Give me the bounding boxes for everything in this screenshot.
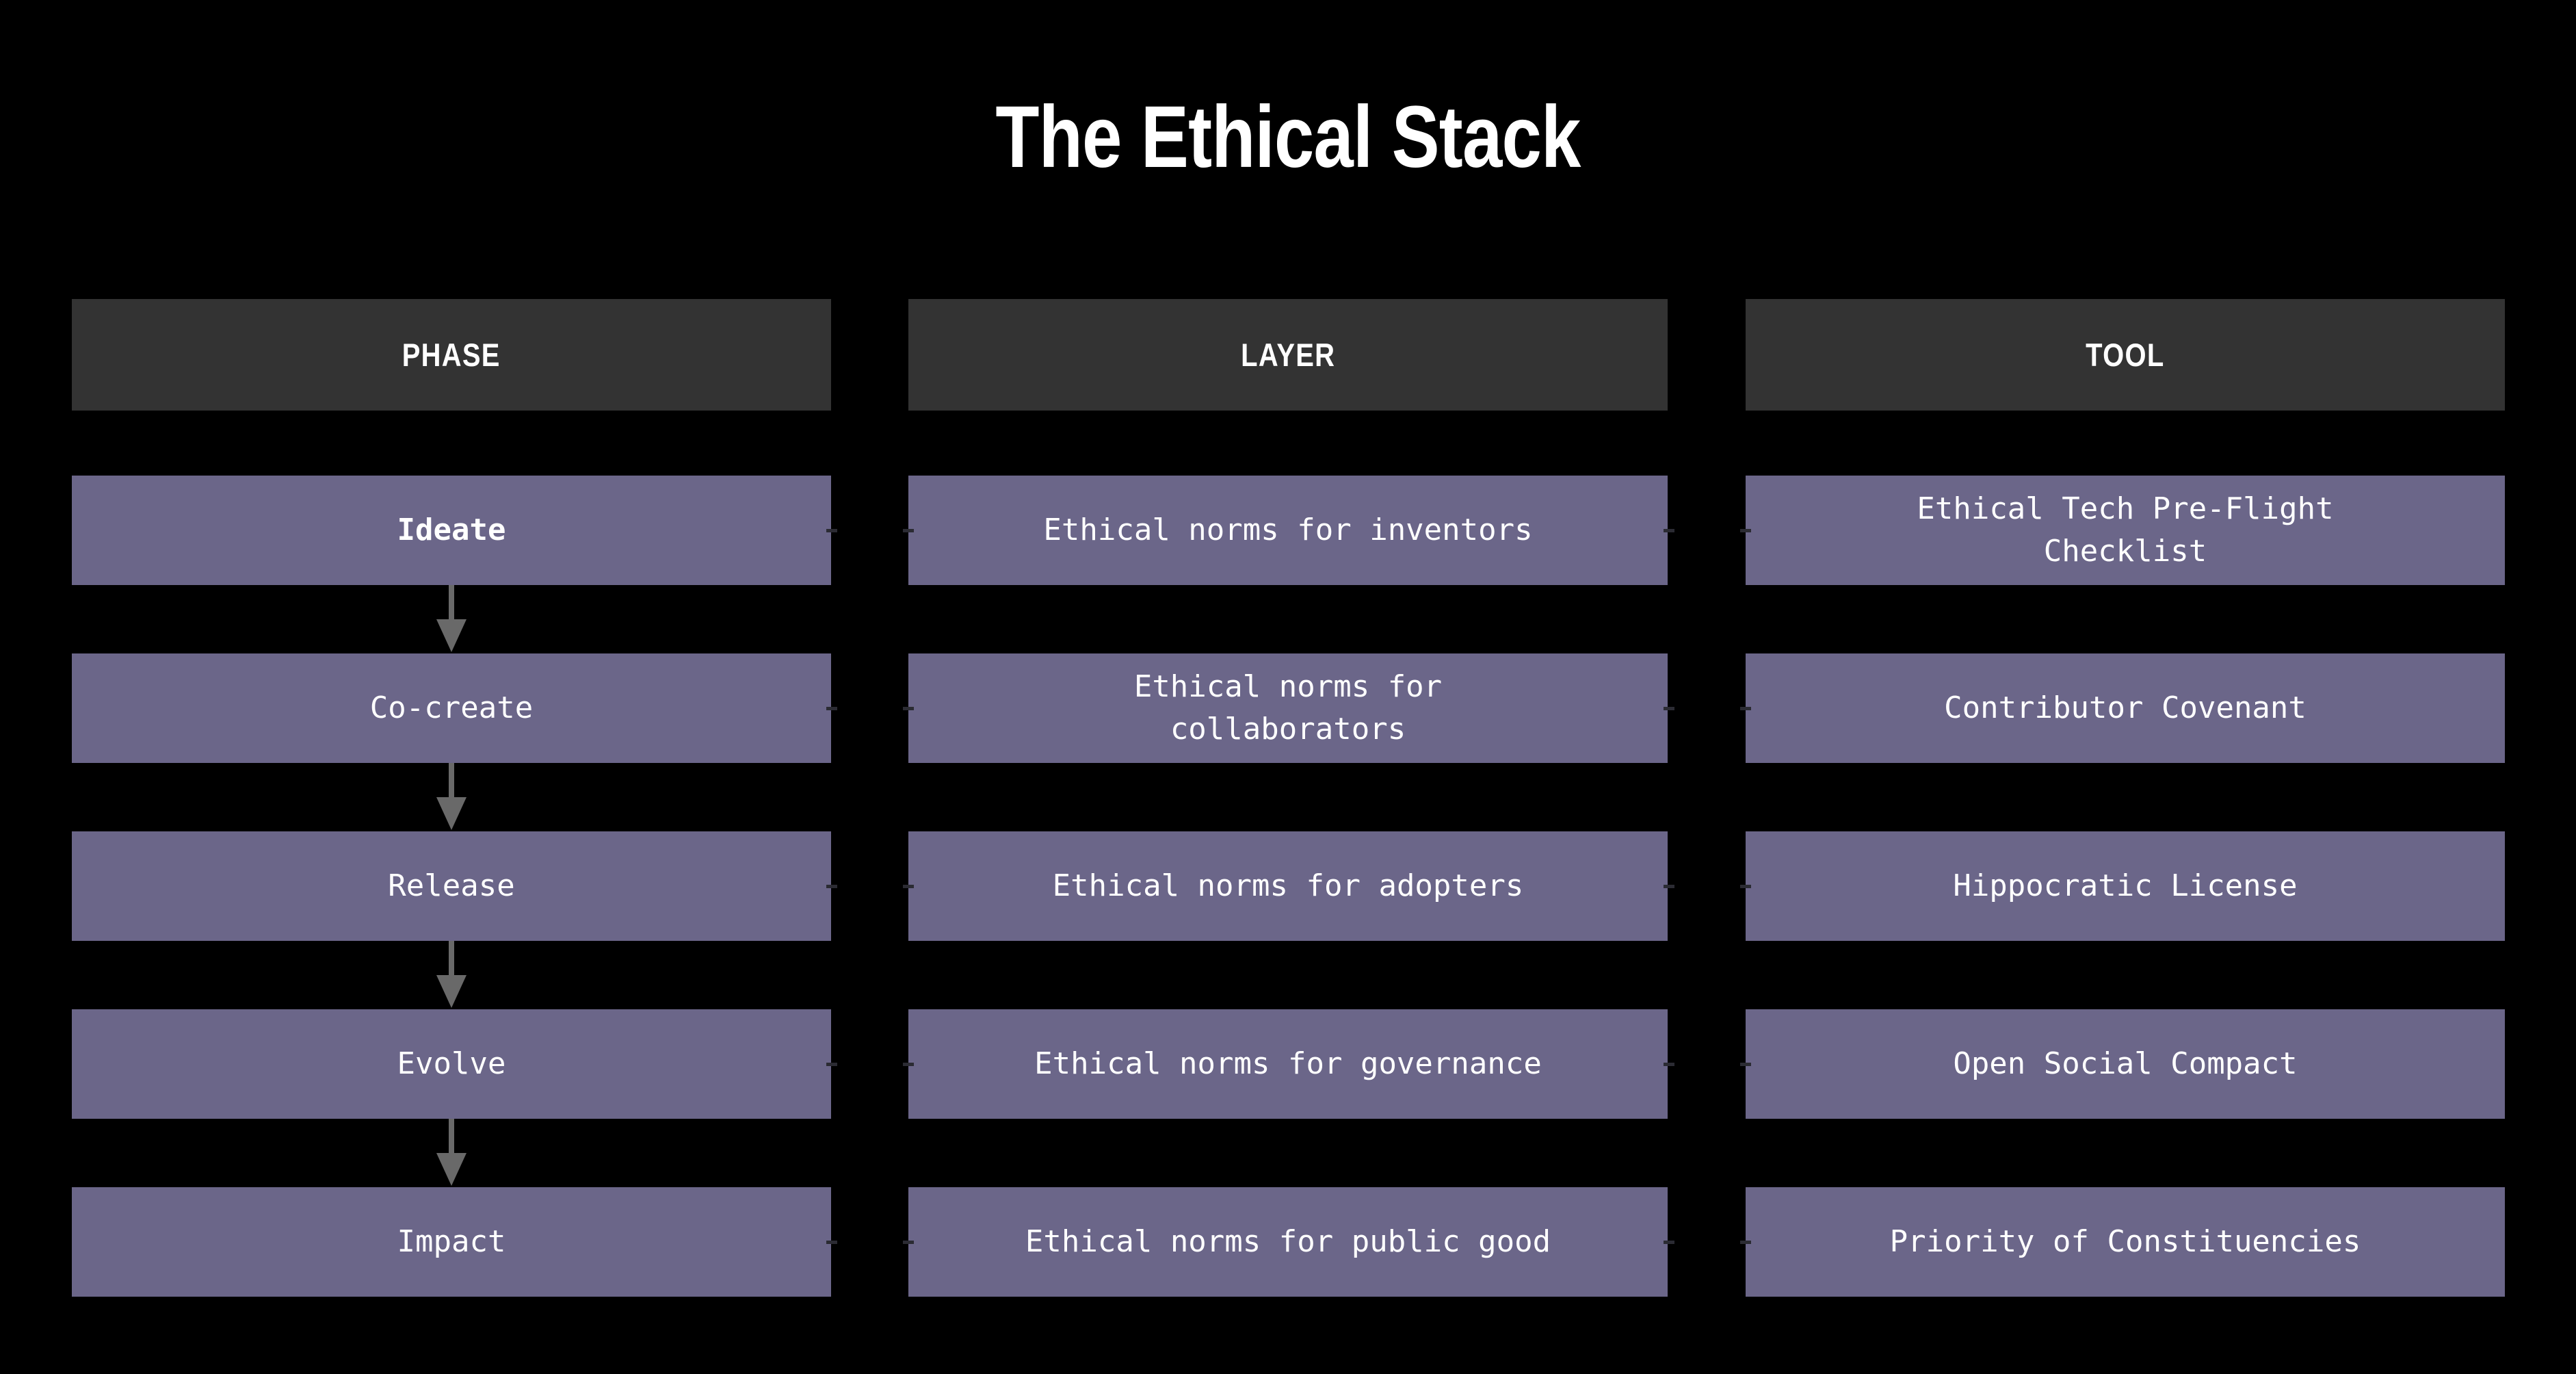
arrow-shaft bbox=[449, 585, 454, 621]
cell-layer-4[interactable]: Ethical norms for public good bbox=[908, 1187, 1668, 1297]
cell-label-phase-2: Release bbox=[388, 868, 515, 903]
connector-stub bbox=[1740, 1063, 1751, 1066]
cell-layer-1[interactable]: Ethical norms for collaborators bbox=[908, 653, 1668, 763]
column-header-label-phase: PHASE bbox=[402, 337, 501, 373]
connector-stub bbox=[826, 529, 837, 532]
connector-stub bbox=[1740, 885, 1751, 888]
cell-label-layer-2: Ethical norms for adopters bbox=[1052, 868, 1524, 903]
connector-stub bbox=[1664, 707, 1674, 710]
connector-stub bbox=[1664, 1063, 1674, 1066]
connector-stub bbox=[1664, 1241, 1674, 1244]
cell-label-layer-3: Ethical norms for governance bbox=[1034, 1046, 1542, 1081]
cell-tool-0[interactable]: Ethical Tech Pre-Flight Checklist bbox=[1746, 476, 2505, 585]
cell-label-phase-3: Evolve bbox=[397, 1046, 506, 1081]
cell-tool-4[interactable]: Priority of Constituencies bbox=[1746, 1187, 2505, 1297]
cell-label-tool-1: Contributor Covenant bbox=[1944, 690, 2306, 725]
cell-label-phase-4: Impact bbox=[397, 1224, 506, 1259]
cell-phase-1[interactable]: Co-create bbox=[72, 653, 831, 763]
cell-label-layer-0: Ethical norms for inventors bbox=[1043, 513, 1533, 547]
connector-stub bbox=[826, 707, 837, 710]
arrow-head bbox=[436, 619, 466, 652]
cell-phase-0[interactable]: Ideate bbox=[72, 476, 831, 585]
column-header-phase: PHASE bbox=[72, 299, 831, 411]
cell-label-phase-0: Ideate bbox=[397, 513, 506, 547]
cell-layer-0[interactable]: Ethical norms for inventors bbox=[908, 476, 1668, 585]
cell-phase-2[interactable]: Release bbox=[72, 831, 831, 941]
connector-stub bbox=[1740, 529, 1751, 532]
connector-stub bbox=[903, 529, 914, 532]
connector-stub bbox=[903, 1063, 914, 1066]
column-header-tool: TOOL bbox=[1746, 299, 2505, 411]
cell-label-layer-4: Ethical norms for public good bbox=[1025, 1224, 1551, 1259]
arrow-shaft bbox=[449, 941, 454, 976]
connector-stub bbox=[826, 885, 837, 888]
connector-stub bbox=[1740, 1241, 1751, 1244]
cell-label-tool-3: Open Social Compact bbox=[1953, 1046, 2298, 1081]
column-header-label-layer: LAYER bbox=[1240, 337, 1336, 373]
cell-tool-3[interactable]: Open Social Compact bbox=[1746, 1009, 2505, 1119]
arrow-head bbox=[436, 797, 466, 830]
column-header-layer: LAYER bbox=[908, 299, 1668, 411]
connector-stub bbox=[903, 885, 914, 888]
arrow-shaft bbox=[449, 763, 454, 799]
cell-tool-1[interactable]: Contributor Covenant bbox=[1746, 653, 2505, 763]
cell-layer-2[interactable]: Ethical norms for adopters bbox=[908, 831, 1668, 941]
cell-label-tool-4: Priority of Constituencies bbox=[1889, 1224, 2361, 1259]
connector-stub bbox=[903, 1241, 914, 1244]
cell-layer-3[interactable]: Ethical norms for governance bbox=[908, 1009, 1668, 1119]
connector-stub bbox=[1664, 529, 1674, 532]
cell-phase-4[interactable]: Impact bbox=[72, 1187, 831, 1297]
connector-stub bbox=[1664, 885, 1674, 888]
cell-label-phase-1: Co-create bbox=[369, 690, 534, 725]
cell-tool-2[interactable]: Hippocratic License bbox=[1746, 831, 2505, 941]
connector-stub bbox=[826, 1063, 837, 1066]
page-title: The Ethical Stack bbox=[995, 88, 1581, 186]
connector-stub bbox=[826, 1241, 837, 1244]
cell-phase-3[interactable]: Evolve bbox=[72, 1009, 831, 1119]
cell-label-tool-0: Ethical Tech Pre-Flight Checklist bbox=[1917, 491, 2334, 569]
arrow-shaft bbox=[449, 1119, 454, 1154]
diagram-canvas: The Ethical Stack PHASE Ideate Co-create… bbox=[0, 0, 2576, 1374]
arrow-head bbox=[436, 975, 466, 1008]
connector-stub bbox=[903, 707, 914, 710]
cell-label-tool-2: Hippocratic License bbox=[1953, 868, 2298, 903]
connector-stub bbox=[1740, 707, 1751, 710]
cell-label-layer-1: Ethical norms for collaborators bbox=[1133, 669, 1443, 747]
column-header-label-tool: TOOL bbox=[2086, 337, 2165, 373]
arrow-head bbox=[436, 1153, 466, 1186]
